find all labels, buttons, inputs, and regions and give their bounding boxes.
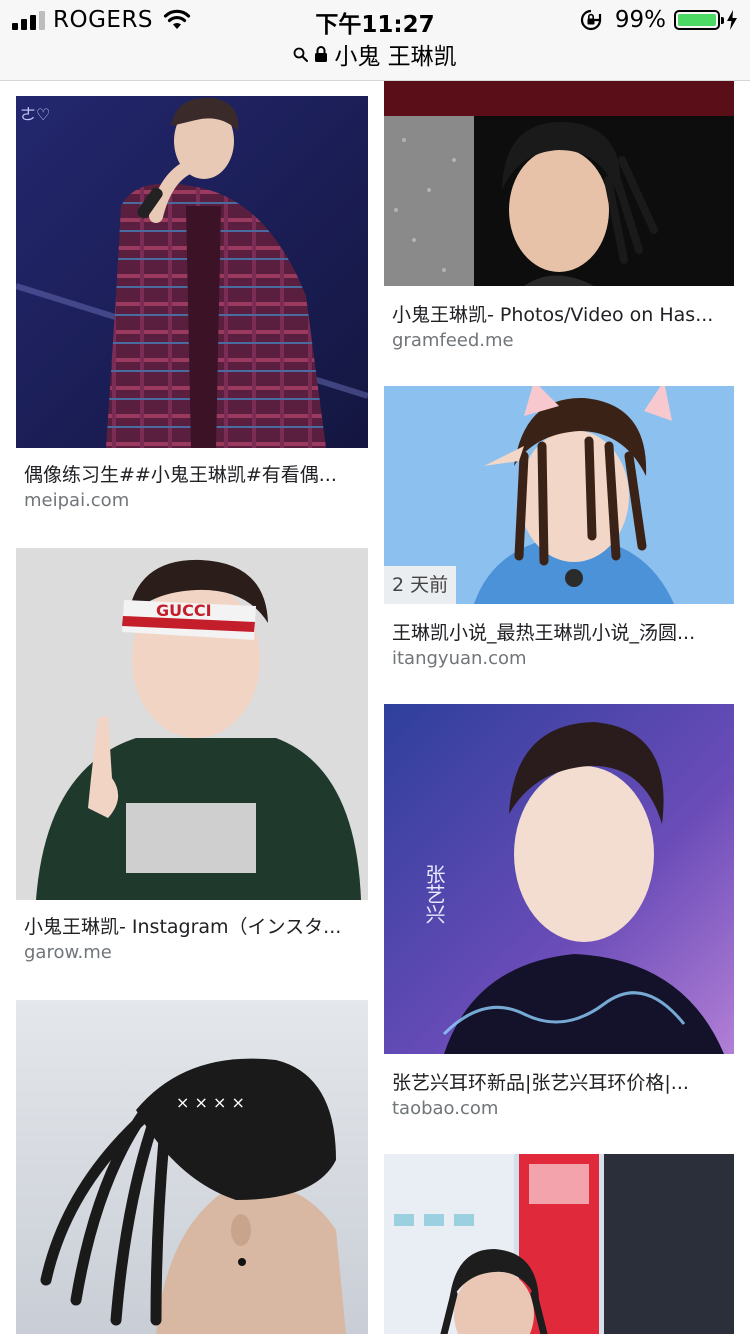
svg-text:× × × ×: × × × × bbox=[176, 1093, 245, 1112]
svg-text:ㄜ♡: ㄜ♡ bbox=[20, 105, 50, 124]
result-source: gramfeed.me bbox=[392, 330, 514, 351]
result-title[interactable]: 偶像练习生##小鬼王琳凯#有看偶... bbox=[24, 460, 360, 487]
result-image[interactable]: 张艺兴 bbox=[384, 704, 734, 1054]
headband-text: GUCCI bbox=[156, 601, 212, 620]
browser-top-bar: ROGERS 下午11:27 99% 小鬼 王琳凯 bbox=[0, 0, 750, 81]
result-card[interactable]: × × × × bbox=[16, 1000, 368, 1334]
search-icon bbox=[293, 47, 309, 62]
result-title[interactable]: 张艺兴耳环新品|张艺兴耳环价格|... bbox=[392, 1068, 726, 1095]
search-query: 小鬼 王琳凯 bbox=[334, 44, 457, 70]
lock-icon bbox=[315, 46, 328, 62]
result-card[interactable]: 小鬼王琳凯- Photos/Video on Has... gramfeed.m… bbox=[384, 80, 734, 354]
result-image[interactable]: 2 天前 bbox=[384, 386, 734, 604]
overlay-text: 张艺兴 bbox=[422, 864, 446, 924]
result-source: garow.me bbox=[24, 942, 112, 963]
result-source: itangyuan.com bbox=[392, 648, 527, 669]
url-bar[interactable]: 小鬼 王琳凯 bbox=[0, 38, 750, 70]
result-image[interactable]: GUCCI bbox=[16, 548, 368, 900]
status-bar-right: 99% bbox=[579, 6, 738, 34]
result-image[interactable]: ㄜ♡ bbox=[16, 96, 368, 448]
result-title[interactable]: 小鬼王琳凯- Photos/Video on Has... bbox=[392, 300, 726, 327]
time-badge: 2 天前 bbox=[384, 566, 457, 604]
result-card[interactable] bbox=[384, 1154, 734, 1334]
battery-icon bbox=[674, 10, 724, 30]
result-card[interactable]: GUCCI 小鬼王琳凯- Instagram（インスタ... garow.me bbox=[16, 548, 368, 968]
result-image[interactable] bbox=[384, 1154, 734, 1334]
result-card[interactable]: 2 天前 王琳凯小说_最热王琳凯小说_汤圆... itangyuan.com bbox=[384, 386, 734, 678]
charging-bolt-icon bbox=[727, 10, 737, 30]
result-card[interactable]: 张艺兴 张艺兴耳环新品|张艺兴耳环价格|... taobao.com bbox=[384, 704, 734, 1124]
result-title[interactable]: 小鬼王琳凯- Instagram（インスタ... bbox=[24, 912, 360, 939]
result-image[interactable] bbox=[384, 80, 734, 286]
result-source: taobao.com bbox=[392, 1098, 499, 1119]
result-image[interactable]: × × × × bbox=[16, 1000, 368, 1334]
orientation-lock-icon bbox=[580, 9, 601, 31]
result-source: meipai.com bbox=[24, 490, 130, 511]
battery-percent: 99% bbox=[614, 7, 666, 33]
result-card[interactable]: ㄜ♡ 偶像练习生##小鬼王琳凯#有看偶... meipai.com bbox=[16, 96, 368, 516]
result-title[interactable]: 王琳凯小说_最热王琳凯小说_汤圆... bbox=[392, 618, 726, 645]
